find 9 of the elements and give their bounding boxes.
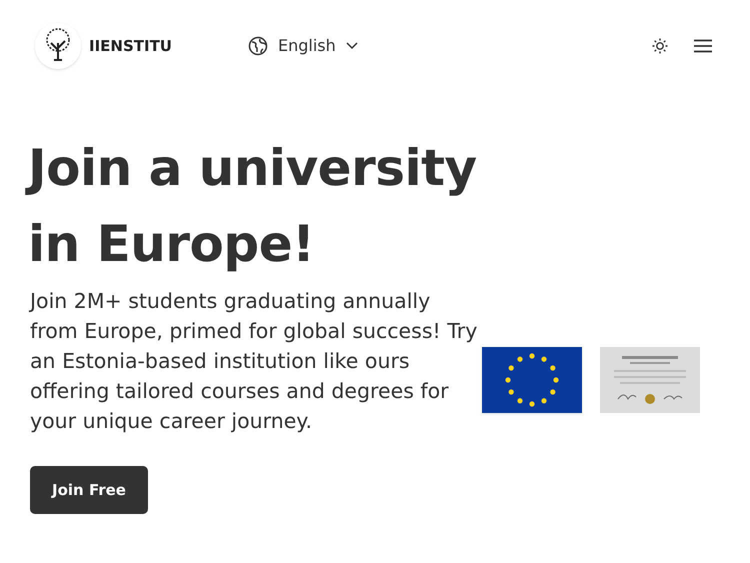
chevron-down-icon — [346, 42, 358, 50]
tree-logo-icon[interactable] — [35, 23, 81, 69]
brand-name: IIENSTITU — [89, 36, 172, 57]
join-free-button[interactable]: Join Free — [30, 466, 148, 514]
menu-icon[interactable] — [694, 39, 712, 53]
hero-description: Join 2M+ students graduating annually from Europe, primed for global success! Try an Estonia-based institution like ours offering tailored courses and degrees for your unique career journey. — [28, 288, 478, 435]
globe-icon — [248, 36, 268, 56]
sun-icon[interactable] — [652, 38, 668, 54]
language-selector[interactable]: English — [248, 34, 358, 58]
